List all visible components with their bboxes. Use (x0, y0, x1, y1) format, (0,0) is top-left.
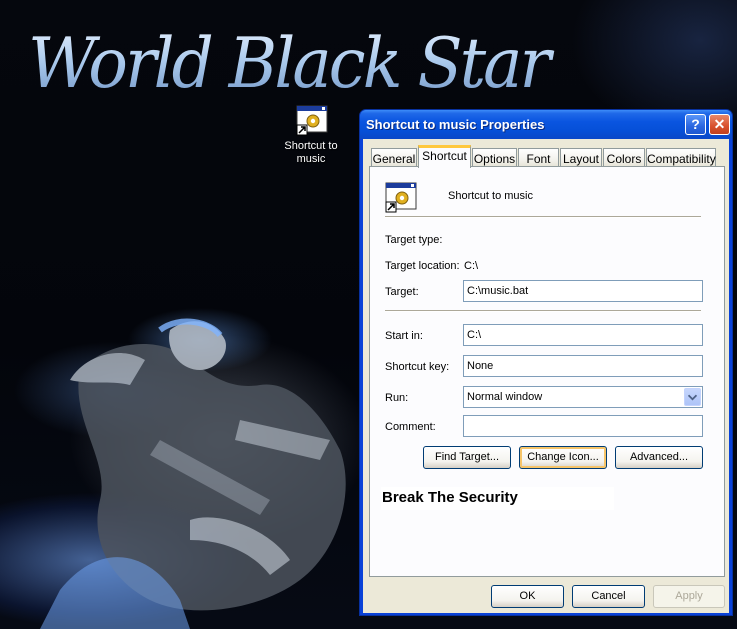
tab-layout[interactable]: Layout (560, 148, 602, 167)
advanced-button[interactable]: Advanced... (615, 446, 703, 469)
help-button[interactable]: ? (685, 114, 706, 135)
rider-artwork (40, 318, 346, 629)
apply-button[interactable]: Apply (653, 585, 725, 608)
run-select[interactable]: Normal window (463, 386, 703, 408)
target-field[interactable]: C:\music.bat (463, 280, 703, 302)
target-type-label: Target type: (385, 234, 443, 246)
desktop-shortcut-icon[interactable]: Shortcut to music (276, 104, 346, 170)
tab-compatibility[interactable]: Compatibility (646, 148, 716, 167)
comment-field[interactable] (463, 415, 703, 437)
window-title: Shortcut to music Properties (366, 117, 545, 132)
tab-general[interactable]: General (371, 148, 417, 167)
title-bar[interactable]: Shortcut to music Properties ? ✕ (360, 110, 732, 139)
target-location-label: Target location: (385, 260, 460, 272)
separator (385, 216, 701, 218)
run-label: Run: (385, 392, 409, 404)
chevron-down-icon (687, 394, 698, 401)
tab-colors[interactable]: Colors (603, 148, 645, 167)
start-in-field[interactable]: C:\ (463, 324, 703, 346)
change-icon-button[interactable]: Change Icon... (519, 446, 607, 469)
ok-button[interactable]: OK (491, 585, 564, 608)
desktop-icon-label: Shortcut to music (284, 140, 338, 165)
start-in-label: Start in: (385, 330, 423, 342)
run-select-value: Normal window (467, 391, 543, 403)
close-icon: ✕ (713, 116, 726, 132)
tab-strip: General Shortcut Options Font Layout Col… (371, 145, 721, 168)
comment-label: Comment: (385, 421, 436, 433)
wallpaper-title-text: World Black Star (28, 23, 555, 104)
find-target-button[interactable]: Find Target... (423, 446, 511, 469)
close-button[interactable]: ✕ (709, 114, 730, 135)
shortcut-name: Shortcut to music (448, 190, 533, 202)
batch-file-shortcut-icon (385, 182, 417, 213)
target-label: Target: (385, 286, 419, 298)
shortcut-key-label: Shortcut key: (385, 361, 450, 373)
dropdown-button[interactable] (684, 388, 701, 406)
overlay-note-text: Break The Security (381, 487, 614, 510)
tab-shortcut[interactable]: Shortcut (418, 145, 471, 168)
properties-window: Shortcut to music Properties ? ✕ General… (359, 109, 733, 616)
batch-file-shortcut-icon (296, 105, 328, 136)
tab-options[interactable]: Options (472, 148, 517, 167)
separator (385, 310, 701, 312)
shortcut-tab-panel: Shortcut to music Target type: Target lo… (369, 166, 725, 577)
help-icon: ? (691, 116, 700, 132)
target-location-value: C:\ (464, 260, 479, 272)
tab-font[interactable]: Font (518, 148, 559, 167)
shortcut-key-field[interactable]: None (463, 355, 703, 377)
cancel-button[interactable]: Cancel (572, 585, 645, 608)
wallpaper-title-art: World Black Star (28, 23, 558, 104)
dialog-client-area: General Shortcut Options Font Layout Col… (363, 139, 729, 613)
